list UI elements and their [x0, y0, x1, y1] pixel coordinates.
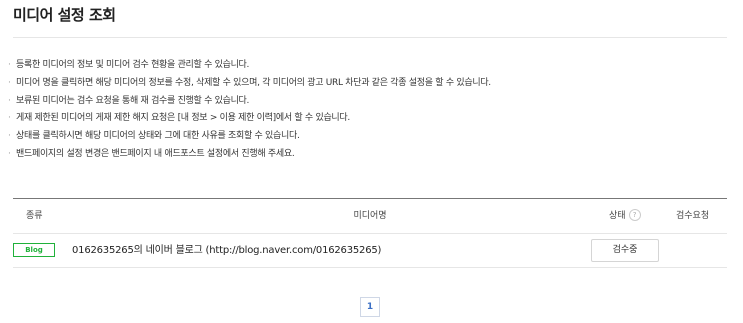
- title-divider: [13, 37, 727, 38]
- status-button[interactable]: 검수중: [591, 239, 659, 262]
- bullet-dot: ·: [8, 60, 11, 70]
- notice-item: · 밴드페이지의 설정 변경은 밴드페이지 내 애드포스트 설정에서 진행해 주세…: [8, 146, 491, 164]
- table-header: 종류 미디어명 상태? 검수요청: [13, 198, 727, 234]
- page-title: 미디어 설정 조회: [13, 6, 116, 24]
- bullet-dot: ·: [8, 77, 11, 88]
- question-help-icon[interactable]: ?: [628, 208, 641, 221]
- notice-item: · 보류된 미디어는 검수 요청을 통해 재 검수를 진행할 수 있습니다.: [8, 93, 491, 111]
- bullet-dot: ·: [8, 95, 11, 106]
- column-header-status-label: 상태: [609, 211, 626, 221]
- pagination-page-1[interactable]: 1: [360, 297, 380, 317]
- media-table: 종류 미디어명 상태? 검수요청 Blog 0162635265의 네이버 블로…: [13, 198, 727, 268]
- media-settings-page: 미디어 설정 조회 · 등록한 미디어의 정보 및 미디어 검수 현황을 관리할 …: [0, 0, 743, 323]
- bullet-dot: ·: [8, 148, 11, 159]
- notice-list: · 등록한 미디어의 정보 및 미디어 검수 현황을 관리할 수 있습니다. · 미…: [8, 57, 491, 164]
- column-header-status: 상태?: [609, 199, 641, 233]
- notice-item: · 게재 제한된 미디어의 게재 제한 해지 요청은 [내 정보 > 이용 제한 …: [8, 110, 491, 128]
- bullet-dot: ·: [8, 113, 11, 124]
- notice-item: · 등록한 미디어의 정보 및 미디어 검수 현황을 관리할 수 있습니다.: [8, 57, 491, 75]
- notice-item: · 상태를 클릭하시면 해당 미디어의 상태와 그에 대한 사유를 조회할 수 있…: [8, 128, 491, 146]
- media-name-link[interactable]: 0162635265의 네이버 블로그 (http://blog.naver.c…: [72, 234, 381, 267]
- column-header-review-request: 검수요청: [676, 211, 710, 221]
- bullet-dot: ·: [8, 131, 11, 142]
- media-type-badge: Blog: [13, 243, 55, 257]
- table-row: Blog 0162635265의 네이버 블로그 (http://blog.na…: [13, 234, 727, 268]
- notice-item: · 미디어 명을 클릭하면 해당 미디어의 정보를 수정, 삭제할 수 있으며, …: [8, 75, 491, 93]
